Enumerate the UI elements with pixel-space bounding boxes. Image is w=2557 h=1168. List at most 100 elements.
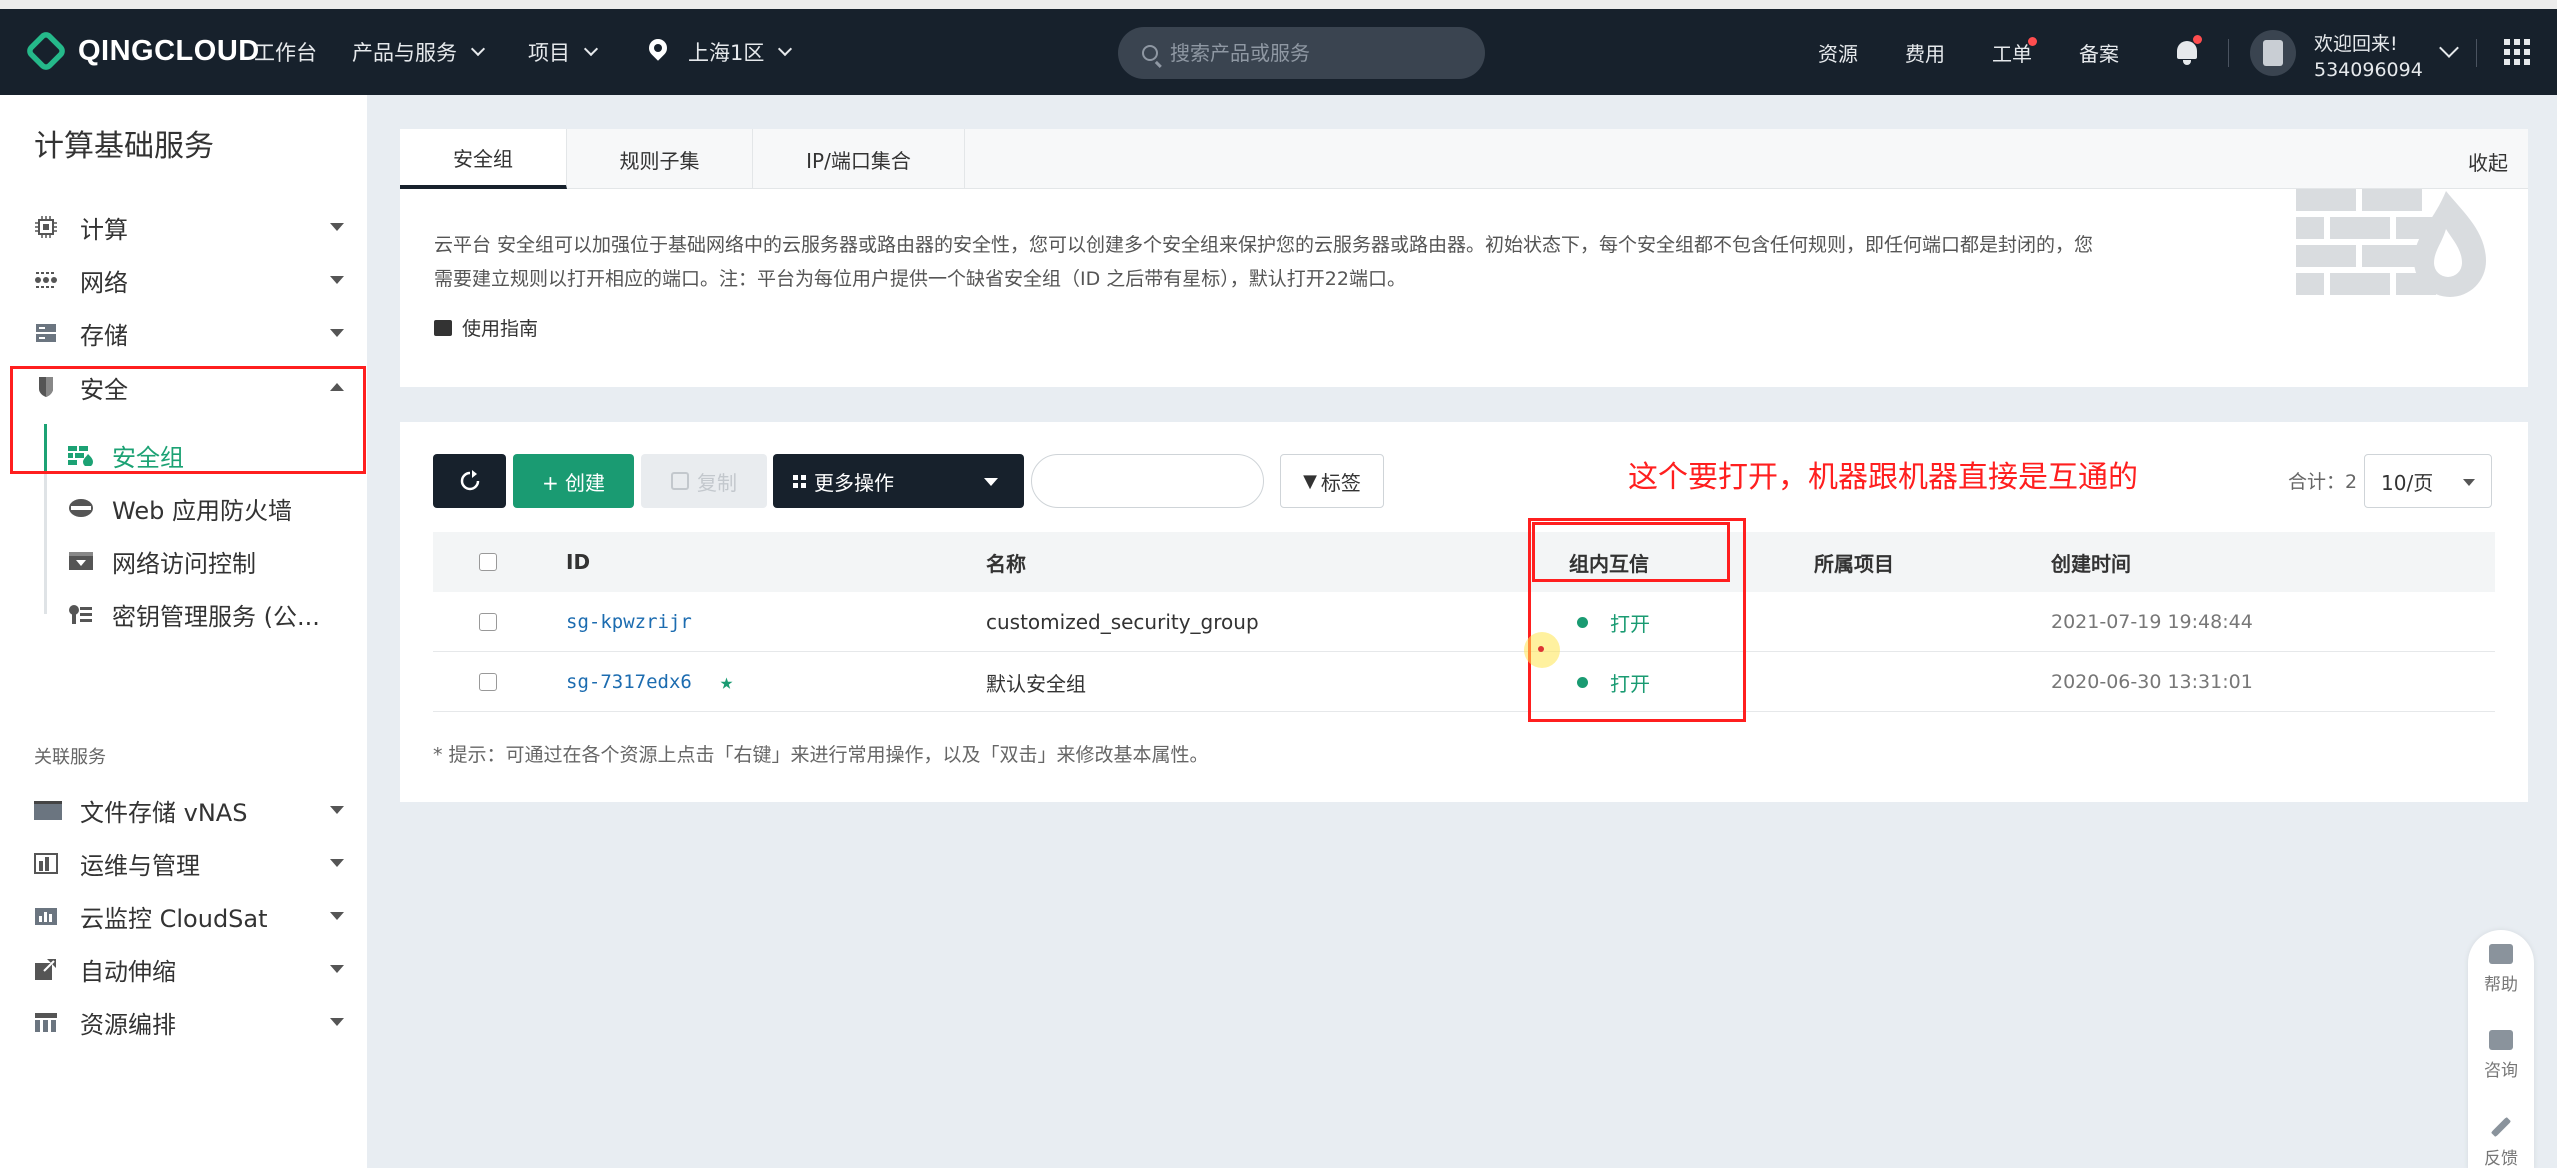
mouse-cursor (1524, 632, 1560, 668)
column-project[interactable]: 所属项目 (1814, 532, 1894, 592)
page-size-select[interactable]: 10/页 (2364, 454, 2492, 508)
copy-icon (671, 472, 689, 490)
network-icon (34, 268, 58, 292)
sidebar-subitem-access-control[interactable]: 网络访问控制 (68, 541, 256, 581)
caret-down-icon (330, 1018, 344, 1026)
chevron-down-icon[interactable] (2439, 38, 2459, 58)
nav-billing[interactable]: 费用 (1905, 9, 1945, 95)
sidebar-item-cloudsat[interactable]: 云监控 CloudSat (34, 896, 344, 936)
key-icon (68, 603, 94, 625)
tab-label: 规则子集 (619, 148, 700, 173)
divider (2228, 39, 2229, 67)
nav-resources[interactable]: 资源 (1818, 9, 1858, 95)
caret-down-icon (330, 329, 344, 337)
nav-tickets[interactable]: 工单 (1992, 9, 2037, 95)
more-actions-dropdown[interactable]: 更多操作 (773, 454, 1024, 508)
user-guide-link[interactable]: 使用指南 (434, 314, 538, 341)
filter-icon: ▼ (1303, 470, 1317, 492)
tag-button-label: 标签 (1320, 470, 1361, 495)
caret-down-icon (330, 276, 344, 284)
logo-text: QINGCLOUD (78, 34, 260, 67)
filter-input[interactable] (1031, 454, 1264, 508)
nav-workbench[interactable]: 工作台 (254, 9, 317, 95)
sidebar-subitem-label: Web 应用防火墙 (112, 496, 292, 525)
sidebar-item-vnas[interactable]: 文件存储 vNAS (34, 790, 344, 830)
tab-label: IP/端口集合 (806, 148, 911, 173)
sidebar-subitem-kms[interactable]: 密钥管理服务 (公... (68, 594, 320, 634)
sidebar-item-ops[interactable]: 运维与管理 (34, 843, 344, 883)
avatar[interactable] (2250, 30, 2296, 76)
refresh-button[interactable] (433, 454, 506, 508)
logo[interactable]: QINGCLOUD (23, 28, 260, 74)
security-group-id-link[interactable]: sg-kpwzrijr (566, 592, 692, 652)
tab-ip-port-set[interactable]: IP/端口集合 (753, 129, 965, 189)
ops-icon (34, 851, 58, 875)
apps-grid-icon[interactable] (2504, 39, 2530, 65)
nav-filing-label: 备案 (2079, 41, 2119, 66)
sidebar-subitem-label: 密钥管理服务 (公... (112, 602, 320, 631)
table-header: ID 名称 组内互信 所属项目 创建时间 (433, 532, 2495, 592)
annotation-text: 这个要打开，机器跟机器直接是互通的 (1628, 460, 2138, 495)
nav-products[interactable]: 产品与服务 (352, 9, 486, 95)
tab-rule-subset[interactable]: 规则子集 (567, 129, 753, 189)
checkbox[interactable] (479, 613, 497, 631)
create-button[interactable]: + 创建 (513, 454, 634, 508)
consult-button[interactable]: 咨询 (2468, 1030, 2534, 1081)
sidebar-item-label: 云监控 CloudSat (80, 904, 268, 933)
top-navbar: QINGCLOUD 工作台 产品与服务 项目 上海1区 资源 费用 工单 备案 … (0, 9, 2557, 95)
security-group-id-link[interactable]: sg-7317edx6 ★ (566, 652, 733, 712)
tab-security-group[interactable]: 安全组 (400, 129, 567, 189)
chat-icon (2489, 1030, 2513, 1050)
book-icon (434, 319, 452, 336)
sidebar-item-network[interactable]: 网络 (34, 260, 344, 300)
sidebar-item-compute[interactable]: 计算 (34, 207, 344, 247)
region-selector[interactable]: 上海1区 (648, 9, 793, 95)
notification-dot (2028, 37, 2037, 46)
caret-down-icon (2463, 479, 2475, 486)
divider (2476, 39, 2477, 67)
nav-products-label: 产品与服务 (352, 41, 457, 65)
help-button[interactable]: 帮助 (2468, 944, 2534, 995)
row-checkbox[interactable] (479, 652, 497, 712)
sidebar-item-autoscale[interactable]: 自动伸缩 (34, 949, 344, 989)
row-checkbox[interactable] (479, 592, 497, 652)
consult-label: 咨询 (2484, 1061, 2518, 1081)
table-row[interactable]: sg-7317edx6 ★ 默认安全组 打开 2020-06-30 13:31:… (433, 652, 2495, 712)
sidebar-subitem-waf[interactable]: Web 应用防火墙 (68, 488, 292, 528)
sidebar-subitem-label: 网络访问控制 (112, 549, 256, 578)
nav-filing[interactable]: 备案 (2079, 9, 2119, 95)
copy-button[interactable]: 复制 (641, 454, 767, 508)
grid-icon (793, 474, 806, 488)
security-group-id[interactable]: sg-7317edx6 (566, 671, 692, 693)
orchestration-icon (34, 1010, 58, 1034)
user-guide-label: 使用指南 (462, 318, 539, 340)
storage-icon (34, 321, 58, 345)
column-id[interactable]: ID (566, 532, 590, 592)
top-strip (0, 0, 2557, 9)
checkbox[interactable] (479, 553, 497, 571)
search-box[interactable] (1118, 27, 1485, 79)
sidebar-item-orchestration[interactable]: 资源编排 (34, 1002, 344, 1042)
user-menu[interactable]: 欢迎回来! 534096094 (2314, 31, 2423, 83)
checkbox[interactable] (479, 673, 497, 691)
nav-projects[interactable]: 项目 (528, 9, 599, 95)
sidebar-item-storage[interactable]: 存储 (34, 313, 344, 353)
tag-filter-button[interactable]: ▼ 标签 (1280, 454, 1384, 508)
caret-down-icon (330, 965, 344, 973)
create-button-label: + 创建 (541, 470, 606, 495)
chip-icon (34, 215, 58, 239)
chevron-down-icon (583, 41, 599, 57)
column-name[interactable]: 名称 (986, 532, 1026, 592)
nav-billing-label: 费用 (1905, 41, 1945, 66)
table-row[interactable]: sg-kpwzrijr customized_security_group 打开… (433, 592, 2495, 652)
intro-line: 需要建立规则以打开相应的端口。注：平台为每位用户提供一个缺省安全组（ID 之后带… (434, 268, 1406, 290)
feedback-button[interactable]: 反馈 (2468, 1116, 2534, 1168)
notifications-button[interactable] (2175, 9, 2202, 95)
select-all-checkbox[interactable] (479, 532, 497, 592)
search-input[interactable] (1170, 41, 1470, 65)
caret-down-icon (330, 859, 344, 867)
sidebar-item-label: 网络 (80, 268, 128, 297)
column-created[interactable]: 创建时间 (2051, 532, 2131, 592)
annotation-box-trust-header (1532, 522, 1730, 582)
collapse-button[interactable]: 收起 (2468, 147, 2508, 176)
